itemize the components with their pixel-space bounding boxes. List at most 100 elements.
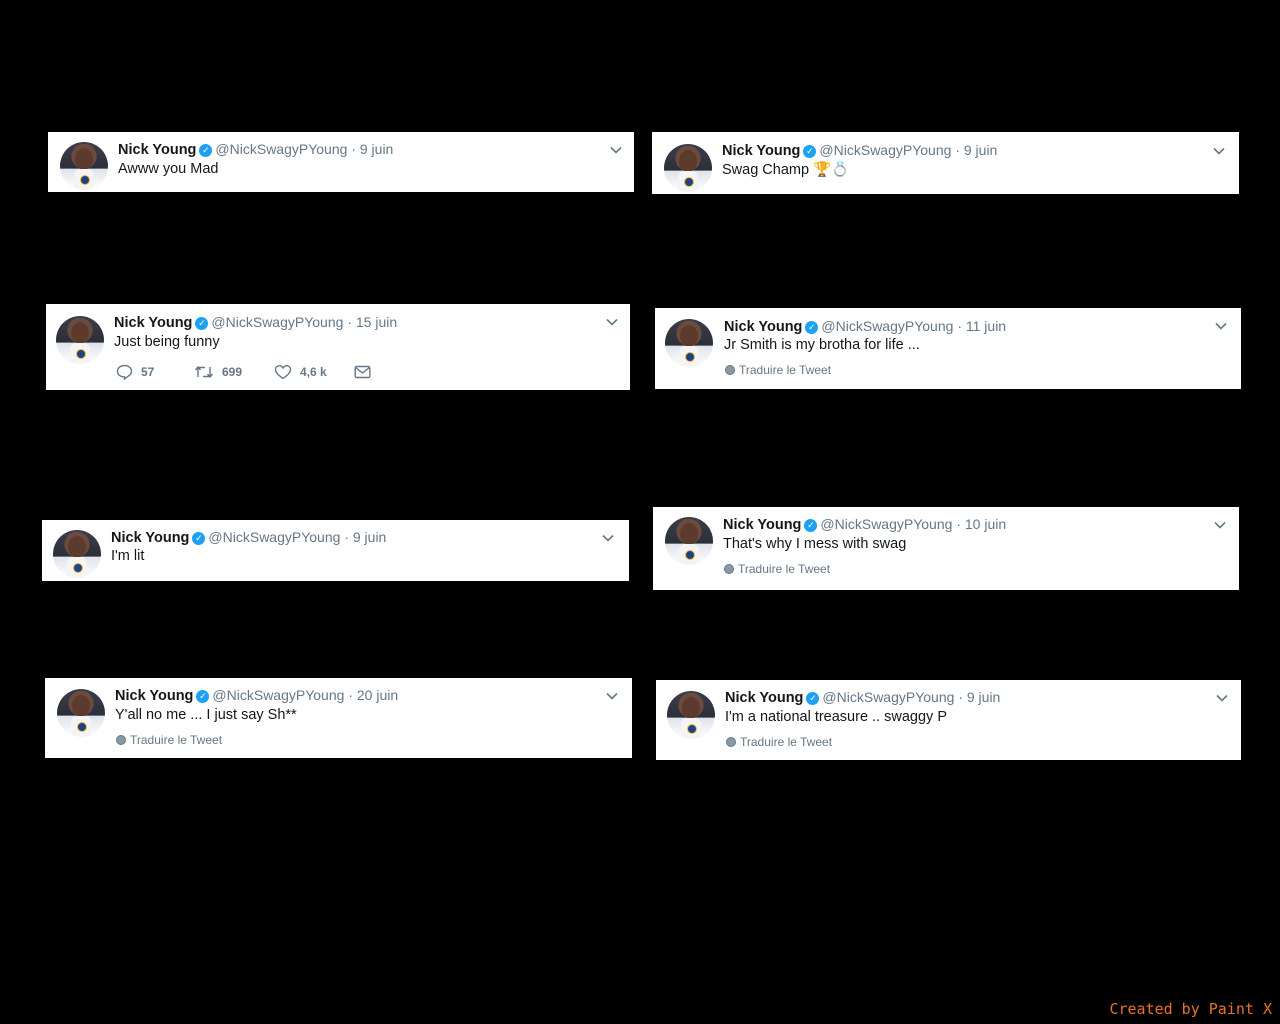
tweet-card[interactable]: Nick Young ✓ @NickSwagyPYoung · 11 juin Jr… <box>655 308 1241 389</box>
tweet-date[interactable]: 9 juin <box>964 142 997 158</box>
tweet-text: Just being funny <box>114 334 220 350</box>
tweet-date[interactable]: 9 juin <box>353 529 386 545</box>
translate-label: Traduire le Tweet <box>740 735 833 749</box>
heart-icon <box>274 364 292 380</box>
author-handle[interactable]: @NickSwagyPYoung <box>820 516 952 532</box>
avatar[interactable] <box>665 517 713 565</box>
tweet-card[interactable]: Nick Young ✓ @NickSwagyPYoung · 10 juin Th… <box>653 507 1239 590</box>
retweet-count: 699 <box>222 365 243 379</box>
reply-icon <box>116 364 133 380</box>
author-name[interactable]: Nick Young <box>725 690 803 706</box>
tweet-actions: 57 699 4,6 k <box>116 364 379 380</box>
verified-badge-icon: ✓ <box>805 321 819 334</box>
author-handle[interactable]: @NickSwagyPYoung <box>208 529 340 545</box>
verified-badge-icon: ✓ <box>195 317 209 330</box>
avatar[interactable] <box>667 691 715 739</box>
tweet-text: Y'all no me ... I just say Sh** <box>115 707 297 723</box>
tweet-date[interactable]: 9 juin <box>967 689 1000 705</box>
avatar[interactable] <box>665 319 713 367</box>
author-name[interactable]: Nick Young <box>723 517 801 533</box>
author-name[interactable]: Nick Young <box>114 315 192 331</box>
author-handle[interactable]: @NickSwagyPYoung <box>212 687 344 703</box>
retweet-button[interactable]: 699 <box>194 364 274 380</box>
tweet-header: Nick Young ✓ @NickSwagyPYoung · 15 juin <box>114 313 397 332</box>
tweet-header: Nick Young ✓ @NickSwagyPYoung · 11 juin <box>724 317 1006 336</box>
translate-label: Traduire le Tweet <box>130 733 223 747</box>
chevron-down-icon[interactable] <box>610 144 622 156</box>
tweet-card[interactable]: Nick Young ✓ @NickSwagyPYoung · 9 juin Swa… <box>652 132 1239 194</box>
chevron-down-icon[interactable] <box>1214 519 1226 531</box>
tweet-card[interactable]: Nick Young ✓ @NickSwagyPYoung · 15 juin Ju… <box>46 304 630 390</box>
author-handle[interactable]: @NickSwagyPYoung <box>211 314 343 330</box>
author-handle[interactable]: @NickSwagyPYoung <box>215 141 347 157</box>
avatar[interactable] <box>664 144 712 192</box>
translate-tweet-link[interactable]: Traduire le Tweet <box>116 733 222 747</box>
globe-icon <box>116 735 126 745</box>
tweet-date[interactable]: 9 juin <box>360 141 393 157</box>
tweet-header: Nick Young ✓ @NickSwagyPYoung · 20 juin <box>115 686 398 705</box>
author-name[interactable]: Nick Young <box>118 142 196 158</box>
separator: · <box>351 141 356 157</box>
tweet-text: Swag Champ 🏆💍 <box>722 162 850 178</box>
chevron-down-icon[interactable] <box>606 690 618 702</box>
tweet-card[interactable]: Nick Young ✓ @NickSwagyPYoung · 9 juin I'm… <box>42 520 629 581</box>
reply-button[interactable]: 57 <box>116 364 194 380</box>
envelope-icon <box>354 365 371 379</box>
tweet-header: Nick Young ✓ @NickSwagyPYoung · 9 juin <box>118 140 393 159</box>
verified-badge-icon: ✓ <box>803 145 817 158</box>
tweet-header: Nick Young ✓ @NickSwagyPYoung · 9 juin <box>722 141 997 160</box>
tweet-card[interactable]: Nick Young ✓ @NickSwagyPYoung · 9 juin I'm… <box>656 680 1241 760</box>
author-handle[interactable]: @NickSwagyPYoung <box>819 142 951 158</box>
author-name[interactable]: Nick Young <box>115 688 193 704</box>
chevron-down-icon[interactable] <box>1213 145 1225 157</box>
tweet-text: I'm a national treasure .. swaggy P <box>725 709 947 725</box>
chevron-down-icon[interactable] <box>1216 692 1228 704</box>
tweet-date[interactable]: 11 juin <box>966 318 1006 334</box>
tweet-date[interactable]: 15 juin <box>356 314 397 330</box>
separator: · <box>958 689 963 705</box>
author-name[interactable]: Nick Young <box>722 143 800 159</box>
tweet-card[interactable]: Nick Young ✓ @NickSwagyPYoung · 20 juin Y'… <box>45 678 632 758</box>
chevron-down-icon[interactable] <box>606 316 618 328</box>
chevron-down-icon[interactable] <box>1215 320 1227 332</box>
verified-badge-icon: ✓ <box>804 519 818 532</box>
translate-label: Traduire le Tweet <box>738 562 831 576</box>
chevron-down-icon[interactable] <box>602 532 614 544</box>
separator: · <box>956 516 961 532</box>
tweet-date[interactable]: 20 juin <box>357 687 398 703</box>
tweet-header: Nick Young ✓ @NickSwagyPYoung · 9 juin <box>725 688 1000 707</box>
avatar[interactable] <box>56 316 104 364</box>
author-handle[interactable]: @NickSwagyPYoung <box>821 318 953 334</box>
translate-label: Traduire le Tweet <box>739 363 832 377</box>
separator: · <box>348 687 353 703</box>
message-button[interactable] <box>354 365 379 379</box>
avatar[interactable] <box>53 530 101 578</box>
tweet-card[interactable]: Nick Young ✓ @NickSwagyPYoung · 9 juin Aww… <box>48 132 634 192</box>
created-by-credit: Created by Paint X <box>1109 1000 1272 1018</box>
tweet-date[interactable]: 10 juin <box>965 516 1006 532</box>
like-button[interactable]: 4,6 k <box>274 364 354 380</box>
verified-badge-icon: ✓ <box>196 690 210 703</box>
tweet-header: Nick Young ✓ @NickSwagyPYoung · 10 juin <box>723 515 1006 534</box>
tweet-text: Awww you Mad <box>118 161 219 177</box>
separator: · <box>957 318 962 334</box>
translate-tweet-link[interactable]: Traduire le Tweet <box>726 735 832 749</box>
globe-icon <box>724 564 734 574</box>
avatar[interactable] <box>60 142 108 190</box>
tweet-text: Jr Smith is my brotha for life ... <box>724 337 920 353</box>
reply-count: 57 <box>141 365 155 379</box>
globe-icon <box>726 737 736 747</box>
tweet-header: Nick Young ✓ @NickSwagyPYoung · 9 juin <box>111 528 386 547</box>
author-handle[interactable]: @NickSwagyPYoung <box>822 689 954 705</box>
author-name[interactable]: Nick Young <box>111 530 189 546</box>
translate-tweet-link[interactable]: Traduire le Tweet <box>725 363 831 377</box>
retweet-icon <box>194 365 214 379</box>
translate-tweet-link[interactable]: Traduire le Tweet <box>724 562 830 576</box>
verified-badge-icon: ✓ <box>806 692 820 705</box>
avatar[interactable] <box>57 689 105 737</box>
separator: · <box>955 142 960 158</box>
separator: · <box>347 314 352 330</box>
author-name[interactable]: Nick Young <box>724 319 802 335</box>
tweet-text: That's why I mess with swag <box>723 536 907 552</box>
like-count: 4,6 k <box>300 365 327 379</box>
